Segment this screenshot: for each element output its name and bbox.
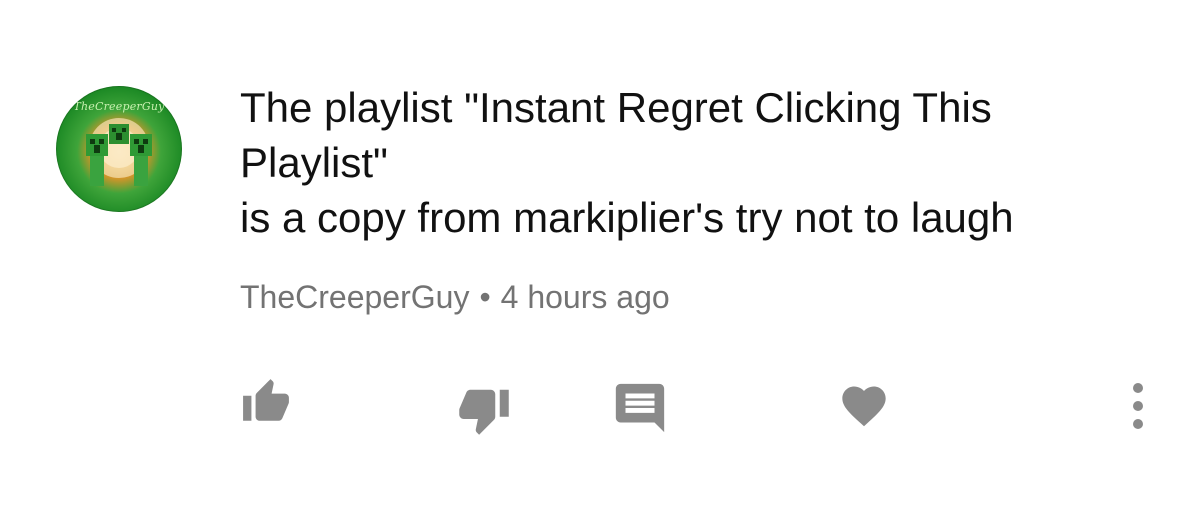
comment-line: The playlist "Instant Regret Clicking Th… — [240, 84, 992, 131]
comment-meta: TheCreeperGuy • 4 hours ago — [240, 275, 670, 319]
comment-icon — [615, 383, 665, 433]
heart-icon — [842, 386, 886, 427]
comment-item: TheCreeperGuy The playlist "Instant Regr… — [0, 0, 1200, 517]
author-name[interactable]: TheCreeperGuy — [240, 279, 469, 315]
reply-button[interactable] — [608, 376, 672, 440]
separator-dot: • — [479, 279, 491, 315]
timestamp: 4 hours ago — [500, 279, 670, 315]
action-bar — [0, 370, 1200, 440]
avatar[interactable]: TheCreeperGuy — [56, 86, 182, 212]
dislike-button[interactable] — [452, 378, 516, 442]
heart-button[interactable] — [832, 374, 896, 438]
thumbs-up-icon — [243, 379, 289, 421]
avatar-label: TheCreeperGuy — [73, 100, 165, 113]
more-button[interactable] — [1106, 374, 1170, 438]
like-button[interactable] — [234, 370, 298, 434]
comment-text: The playlist "Instant Regret Clicking Th… — [240, 80, 1160, 245]
more-vertical-icon — [1133, 383, 1143, 429]
comment-line: Playlist" — [240, 139, 388, 186]
comment-line: is a copy from markiplier's try not to l… — [240, 194, 1014, 241]
thumbs-down-icon — [459, 389, 509, 435]
